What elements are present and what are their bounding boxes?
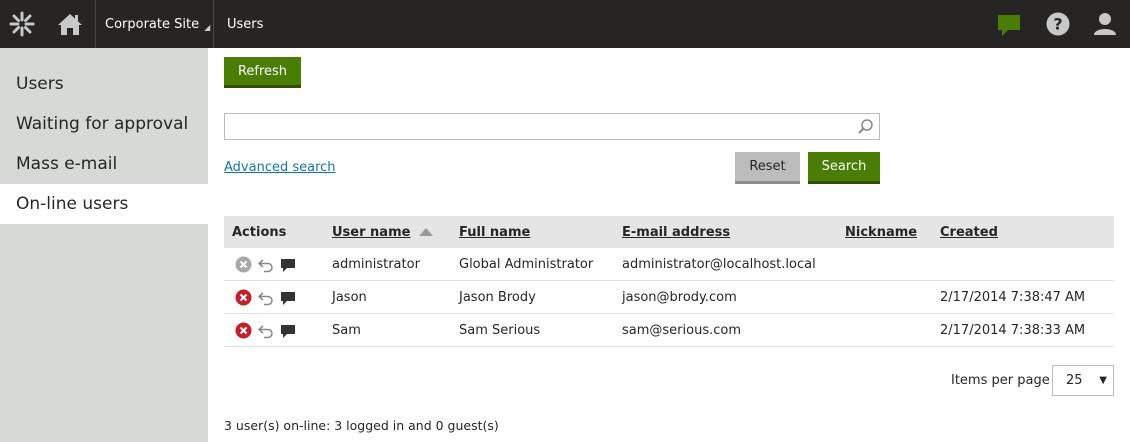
message-icon[interactable]	[280, 290, 296, 306]
column-header-nickname[interactable]: Nickname	[845, 216, 917, 248]
chevron-down-icon: ▼	[1099, 375, 1107, 386]
cell-full-name: Sam Serious	[459, 323, 541, 338]
site-selector-label: Corporate Site	[105, 16, 200, 32]
sidebar-item-users[interactable]: Users	[0, 64, 208, 104]
cell-email: administrator@localhost.local	[622, 257, 816, 272]
cell-created: 2/17/2014 7:38:47 AM	[940, 290, 1086, 305]
chat-icon[interactable]	[996, 12, 1022, 38]
kick-user-icon[interactable]	[235, 256, 252, 273]
kick-user-icon[interactable]	[235, 289, 252, 306]
items-per-page-select[interactable]: 25 ▼	[1052, 365, 1114, 396]
row-actions	[235, 248, 296, 281]
row-actions	[235, 281, 296, 314]
cell-user-name: administrator	[332, 257, 420, 272]
items-per-page-label: Items per page	[951, 373, 1050, 388]
search-button[interactable]: Search	[808, 152, 880, 184]
column-header-created[interactable]: Created	[940, 216, 998, 248]
sidebar-item-online-users[interactable]: On-line users	[0, 184, 208, 224]
table-row: administrator Global Administrator admin…	[224, 248, 1114, 281]
cell-user-name: Sam	[332, 323, 361, 338]
search-box	[224, 113, 880, 140]
column-header-email[interactable]: E-mail address	[622, 216, 730, 248]
chevron-down-icon: ◢	[204, 22, 211, 32]
table-header: Actions User name Full name E-mail addre…	[224, 216, 1114, 248]
cell-full-name: Global Administrator	[459, 257, 594, 272]
sidebar: Users Waiting for approval Mass e-mail O…	[0, 48, 208, 442]
column-header-actions: Actions	[232, 224, 287, 240]
undo-icon[interactable]	[258, 323, 274, 339]
search-icon[interactable]	[857, 118, 875, 136]
search-input[interactable]	[225, 114, 845, 139]
cell-email: jason@brody.com	[622, 290, 737, 305]
help-icon[interactable]: ?	[1046, 12, 1070, 36]
column-header-user-name-label: User name	[332, 224, 411, 240]
reset-button[interactable]: Reset	[735, 152, 800, 184]
home-icon[interactable]	[44, 0, 96, 48]
row-actions	[235, 314, 296, 347]
cell-full-name: Jason Brody	[459, 290, 536, 305]
svg-text:?: ?	[1053, 15, 1062, 34]
user-icon[interactable]	[1093, 12, 1117, 36]
cell-user-name: Jason	[332, 290, 367, 305]
refresh-button[interactable]: Refresh	[224, 57, 301, 88]
online-summary: 3 user(s) on-line: 3 logged in and 0 gue…	[224, 418, 499, 433]
table-row: Jason Jason Brody jason@brody.com 2/17/2…	[224, 281, 1114, 314]
undo-icon[interactable]	[258, 290, 274, 306]
items-per-page-value: 25	[1066, 373, 1083, 388]
table-row: Sam Sam Serious sam@serious.com 2/17/201…	[224, 314, 1114, 347]
undo-icon[interactable]	[258, 257, 274, 273]
app-title[interactable]: Users	[227, 0, 263, 48]
sort-ascending-icon	[419, 228, 434, 236]
cell-email: sam@serious.com	[622, 323, 741, 338]
sidebar-item-mass-email[interactable]: Mass e-mail	[0, 144, 208, 184]
message-icon[interactable]	[280, 323, 296, 339]
kentico-logo-icon[interactable]	[0, 0, 44, 48]
top-bar: Corporate Site ◢ Users ?	[0, 0, 1130, 48]
sidebar-item-waiting-for-approval[interactable]: Waiting for approval	[0, 104, 208, 144]
message-icon[interactable]	[280, 257, 296, 273]
column-header-full-name[interactable]: Full name	[459, 216, 530, 248]
kick-user-icon[interactable]	[235, 322, 252, 339]
advanced-search-link[interactable]: Advanced search	[224, 160, 336, 175]
site-selector[interactable]: Corporate Site ◢	[96, 0, 214, 48]
cell-created: 2/17/2014 7:38:33 AM	[940, 323, 1086, 338]
column-header-user-name[interactable]: User name	[332, 216, 434, 248]
